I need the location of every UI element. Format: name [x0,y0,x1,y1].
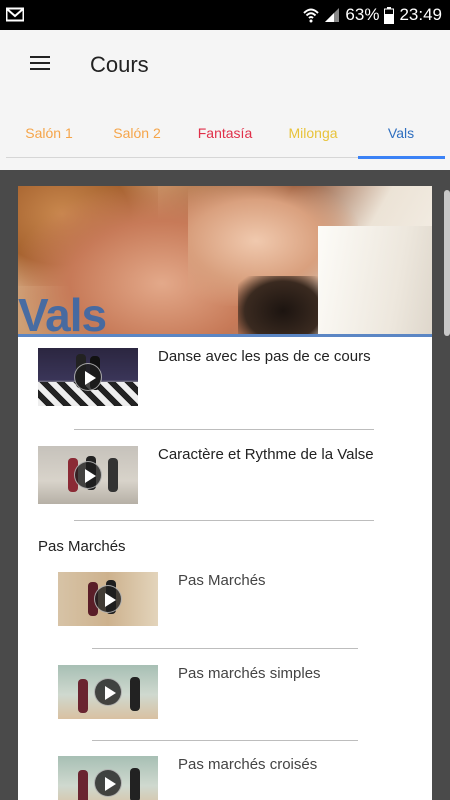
divider [92,648,358,649]
lesson-label: Pas marchés croisés [178,756,318,773]
play-icon [94,585,122,613]
clock: 23:49 [399,5,442,24]
play-icon [94,769,122,797]
battery-label: 63% [345,5,380,24]
lesson-label: Pas Marchés [178,572,266,589]
lesson-item[interactable]: Danse avec les pas de ce cours [18,344,432,410]
divider [74,429,374,430]
lesson-label: Caractère et Rythme de la Valse [158,446,374,463]
tab-salon-2[interactable]: Salón 2 [93,125,181,141]
page-title: Cours [90,52,149,77]
divider [74,520,374,521]
divider [92,740,358,741]
tab-salon-1[interactable]: Salón 1 [5,125,93,141]
status-bar: 63% 23:49 [0,0,450,30]
scrollbar[interactable] [444,190,450,336]
course-card: Vals Danse avec les pas de ce cours Cara… [18,186,432,800]
battery-icon [384,6,395,24]
video-thumbnail [38,446,138,504]
lesson-item[interactable]: Pas Marchés [18,568,432,634]
tab-fantasia[interactable]: Fantasía [181,125,269,141]
wifi-icon [303,7,320,23]
video-thumbnail [58,756,158,800]
tab-bar: Salón 1 Salón 2 Fantasía Milonga Vals [0,100,450,170]
tab-milonga[interactable]: Milonga [269,125,357,141]
signal-icon [324,7,340,23]
play-icon [74,461,102,489]
hero-banner: Vals [18,186,432,336]
menu-icon[interactable] [24,52,56,78]
lesson-item[interactable]: Pas marchés simples [18,661,432,727]
hero-divider [18,334,432,337]
tab-indicator [358,156,445,159]
video-thumbnail [38,348,138,406]
lesson-label: Pas marchés simples [178,665,321,682]
section-title: Pas Marchés [38,538,126,555]
mail-icon [6,7,24,22]
lesson-item[interactable]: Caractère et Rythme de la Valse [18,442,432,508]
video-thumbnail [58,572,158,626]
lesson-item[interactable]: Pas marchés croisés [18,752,432,800]
play-icon [94,678,122,706]
lesson-label: Danse avec les pas de ce cours [158,348,371,365]
video-thumbnail [58,665,158,719]
hero-title: Vals [18,289,107,336]
play-icon [74,363,102,391]
tab-vals[interactable]: Vals [357,125,445,141]
app-bar: Cours [0,30,450,100]
